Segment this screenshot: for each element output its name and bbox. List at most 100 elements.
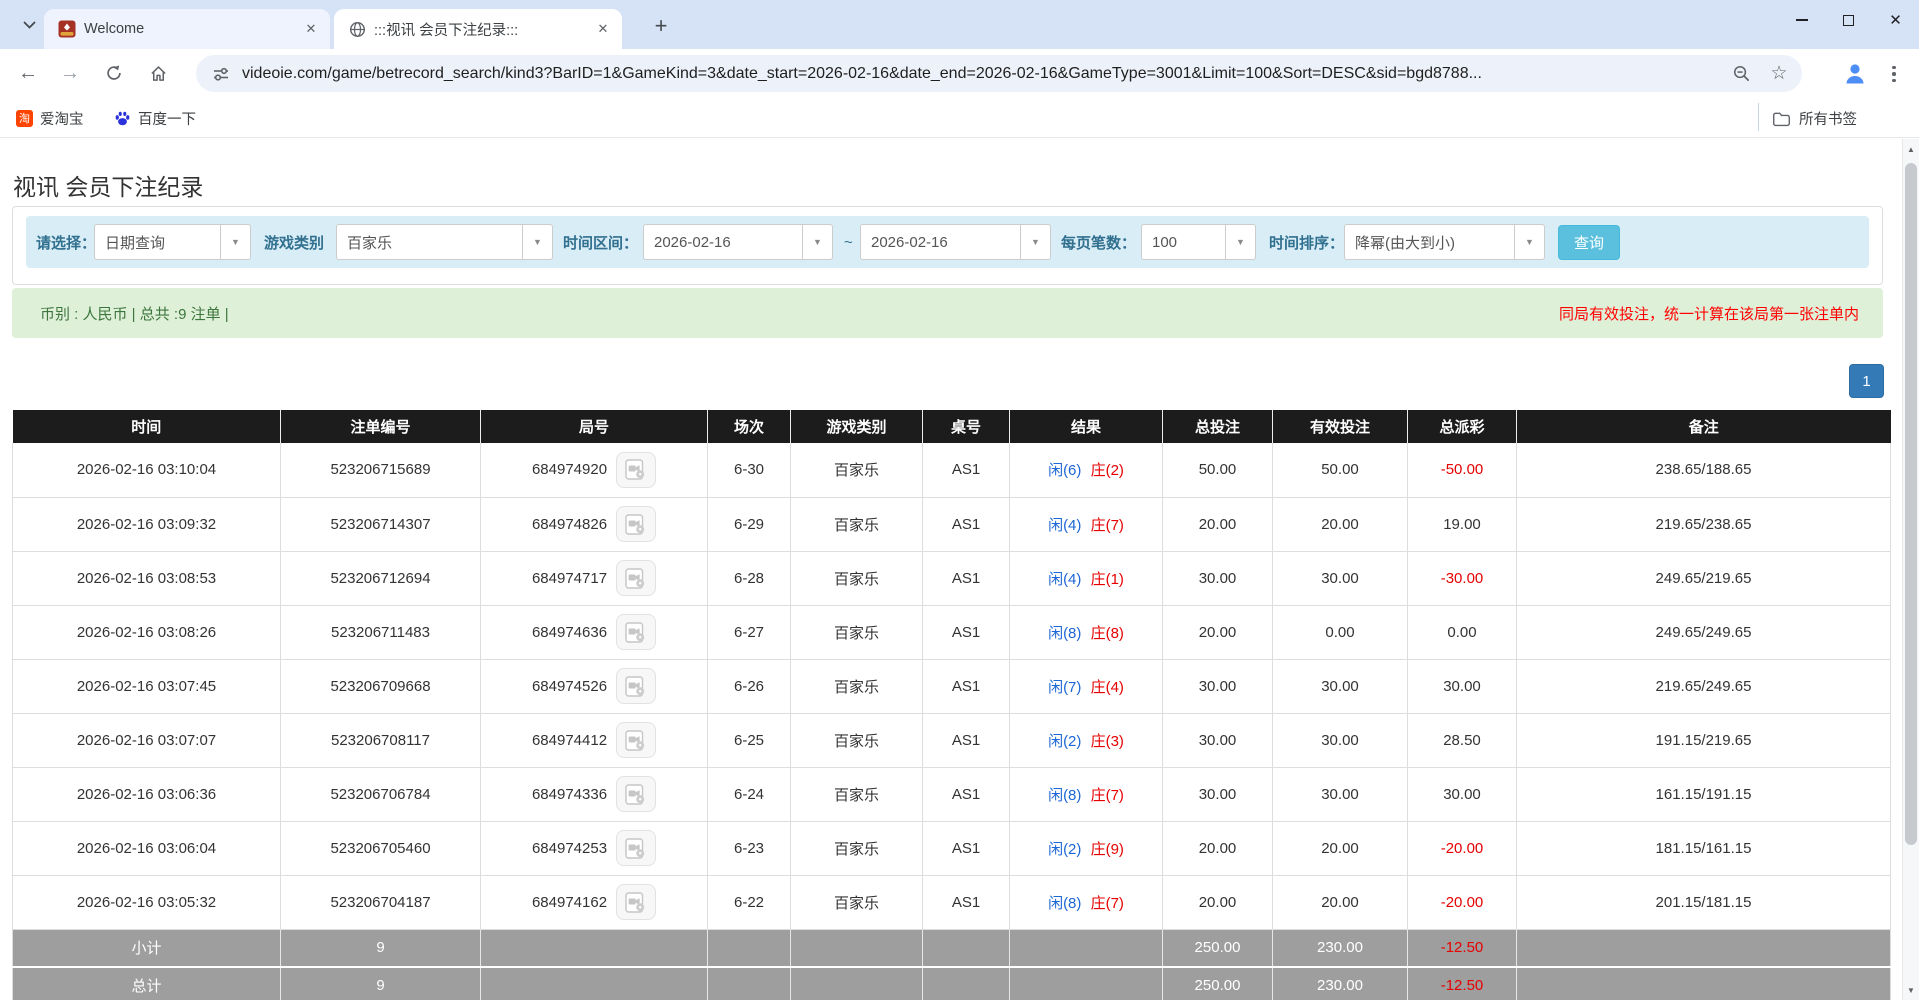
cell-session: 6-26 — [708, 659, 791, 713]
video-replay-button[interactable] — [616, 884, 656, 920]
url-text[interactable]: videoie.com/game/betrecord_search/kind3?… — [242, 65, 1730, 83]
video-replay-button[interactable] — [616, 776, 656, 812]
home-button[interactable] — [140, 55, 176, 91]
video-replay-icon — [625, 459, 648, 480]
result-player: 闲(8) — [1048, 787, 1081, 804]
video-replay-button[interactable] — [616, 506, 656, 542]
reload-button[interactable] — [96, 55, 132, 91]
profile-avatar[interactable] — [1838, 56, 1872, 90]
result-banker: 庄(3) — [1091, 733, 1124, 750]
result-player: 闲(7) — [1048, 679, 1081, 696]
cell-game: 百家乐 — [791, 551, 923, 605]
scroll-up-arrow[interactable]: ▲ — [1903, 141, 1919, 157]
cell-session: 6-28 — [708, 551, 791, 605]
maximize-button[interactable] — [1825, 0, 1872, 40]
cell-result: 闲(8) 庄(7) — [1010, 767, 1163, 821]
cell-round-no: 684974162 — [532, 894, 607, 911]
table-summary: 小计 9 250.00 230.00 -12.50 总计 9 250.00 23… — [13, 929, 1891, 1000]
cell-payout: 30.00 — [1408, 659, 1517, 713]
search-button[interactable]: 查询 — [1558, 225, 1620, 260]
cell-result: 闲(8) 庄(7) — [1010, 875, 1163, 929]
video-replay-button[interactable] — [616, 452, 656, 488]
date-start-select[interactable]: 2026-02-16 ▼ — [643, 224, 833, 260]
date-end-select[interactable]: 2026-02-16 ▼ — [860, 224, 1051, 260]
scroll-down-arrow[interactable]: ▼ — [1903, 982, 1919, 998]
close-button[interactable]: ✕ — [1872, 0, 1919, 40]
minimize-button[interactable] — [1778, 0, 1825, 40]
col-header-total-bet: 总投注 — [1163, 410, 1273, 443]
tab-welcome[interactable]: Welcome ✕ — [44, 9, 330, 49]
forward-button[interactable]: → — [52, 55, 88, 91]
result-banker: 庄(1) — [1091, 571, 1124, 588]
back-button[interactable]: ← — [10, 55, 46, 91]
vertical-scrollbar[interactable]: ▲ ▼ — [1902, 139, 1919, 1000]
close-icon: ✕ — [1889, 11, 1902, 29]
filter-panel: 请选择： 日期查询 ▼ 游戏类别 百家乐 ▼ 时间区间： 2026-02-16 … — [12, 206, 1883, 285]
cell-valid-bet: 50.00 — [1273, 443, 1408, 497]
cell-session: 6-24 — [708, 767, 791, 821]
address-bar[interactable]: videoie.com/game/betrecord_search/kind3?… — [196, 55, 1802, 92]
cell-total-bet[interactable]: 20.00 — [1163, 605, 1273, 659]
video-replay-button[interactable] — [616, 614, 656, 650]
video-replay-icon — [625, 568, 648, 589]
scrollbar-thumb[interactable] — [1905, 163, 1917, 845]
col-header-game: 游戏类别 — [791, 410, 923, 443]
result-player: 闲(4) — [1048, 517, 1081, 534]
game-kind-select[interactable]: 百家乐 ▼ — [336, 224, 553, 260]
date-range-label: 时间区间： — [563, 216, 638, 268]
bookmark-taobao[interactable]: 淘 爱淘宝 — [10, 104, 90, 132]
video-replay-button[interactable] — [616, 830, 656, 866]
col-header-result: 结果 — [1010, 410, 1163, 443]
bookmark-star-icon[interactable]: ☆ — [1768, 63, 1790, 85]
cell-total-bet[interactable]: 30.00 — [1163, 551, 1273, 605]
cell-total-bet[interactable]: 30.00 — [1163, 767, 1273, 821]
new-tab-button[interactable]: + — [648, 13, 674, 39]
tab-close-icon[interactable]: ✕ — [594, 20, 612, 38]
reload-icon — [105, 64, 123, 82]
col-header-table-no: 桌号 — [923, 410, 1010, 443]
per-page-select[interactable]: 100 ▼ — [1141, 224, 1256, 260]
video-replay-icon — [625, 838, 648, 859]
query-type-select[interactable]: 日期查询 ▼ — [94, 224, 251, 260]
globe-favicon — [348, 20, 366, 38]
cell-table-no: AS1 — [923, 767, 1010, 821]
video-replay-icon — [625, 514, 648, 535]
video-replay-button[interactable] — [616, 722, 656, 758]
site-settings-icon[interactable] — [210, 63, 232, 85]
all-bookmarks-button[interactable]: 所有书签 — [1772, 104, 1857, 132]
video-replay-button[interactable] — [616, 560, 656, 596]
table-row: 2026-02-16 03:06:04 523206705460 6849742… — [13, 821, 1891, 875]
cell-valid-bet: 30.00 — [1273, 551, 1408, 605]
tab-close-icon[interactable]: ✕ — [302, 20, 320, 38]
cell-total-bet[interactable]: 50.00 — [1163, 443, 1273, 497]
tab-search-button[interactable] — [16, 13, 42, 37]
tab-betrecord[interactable]: :::视讯 会员下注纪录::: ✕ — [334, 9, 622, 49]
cell-total-bet[interactable]: 20.00 — [1163, 821, 1273, 875]
window-controls: ✕ — [1778, 0, 1919, 40]
cell-game: 百家乐 — [791, 821, 923, 875]
cell-note: 181.15/161.15 — [1517, 821, 1891, 875]
cell-total-bet[interactable]: 30.00 — [1163, 659, 1273, 713]
result-player: 闲(6) — [1048, 462, 1081, 479]
cell-total-bet[interactable]: 20.00 — [1163, 875, 1273, 929]
cell-valid-bet: 0.00 — [1273, 605, 1408, 659]
cell-valid-bet: 30.00 — [1273, 713, 1408, 767]
bookmark-label: 百度一下 — [138, 108, 196, 129]
cell-total-bet[interactable]: 30.00 — [1163, 713, 1273, 767]
zoom-out-icon[interactable] — [1730, 63, 1752, 85]
cell-total-bet[interactable]: 20.00 — [1163, 497, 1273, 551]
cell-session: 6-25 — [708, 713, 791, 767]
sort-select[interactable]: 降幂(由大到小) ▼ — [1344, 224, 1545, 260]
browser-menu-button[interactable] — [1884, 60, 1904, 88]
cell-table-no: AS1 — [923, 605, 1010, 659]
cell-valid-bet: 20.00 — [1273, 821, 1408, 875]
bookmark-baidu[interactable]: 百度一下 — [108, 104, 202, 132]
cell-bet-no: 523206712694 — [281, 551, 481, 605]
cell-time: 2026-02-16 03:07:45 — [13, 659, 281, 713]
result-banker: 庄(7) — [1091, 787, 1124, 804]
pagination-page-1[interactable]: 1 — [1849, 364, 1884, 398]
video-replay-button[interactable] — [616, 668, 656, 704]
chevron-down-icon — [23, 21, 36, 29]
cell-payout: 0.00 — [1408, 605, 1517, 659]
col-header-note: 备注 — [1517, 410, 1891, 443]
